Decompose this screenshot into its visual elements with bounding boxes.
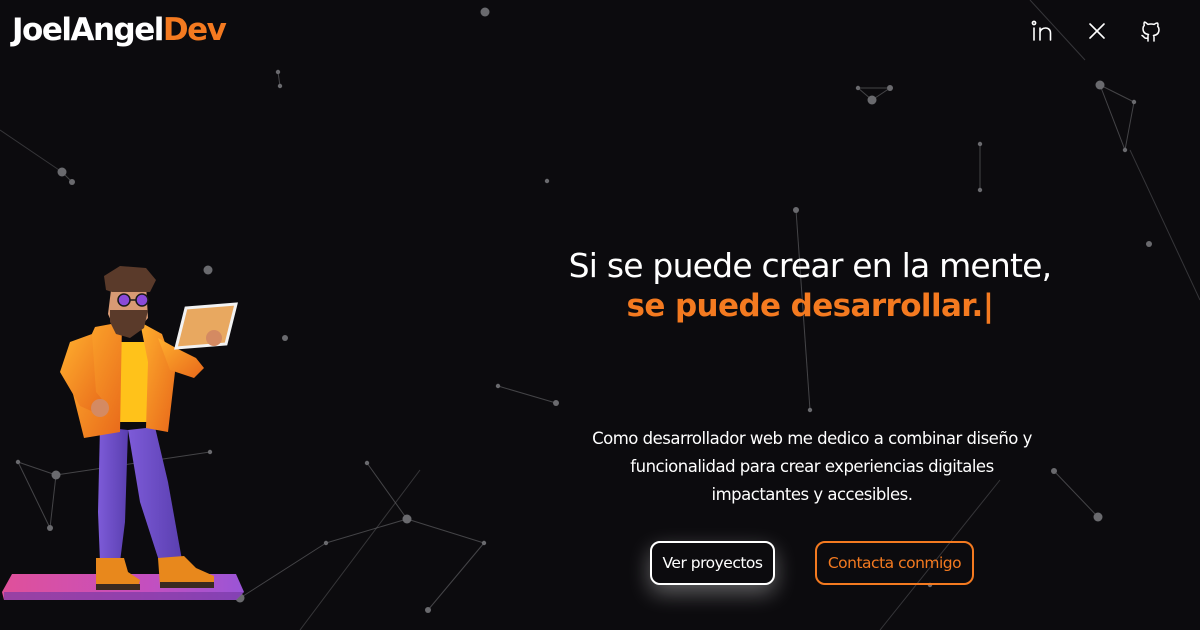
particle-dot [887, 85, 893, 91]
particle-dot [1095, 80, 1105, 90]
github-link[interactable] [1136, 16, 1166, 46]
hero-description: Como desarrollador web me dedico a combi… [592, 428, 1032, 504]
particle-dot [1146, 241, 1152, 247]
particle-dot [282, 335, 288, 341]
particle-dot [855, 85, 861, 91]
brand-logo[interactable]: JoelAngelDev [12, 10, 227, 50]
linkedin-icon [1031, 20, 1052, 41]
typing-cursor: | [982, 288, 994, 324]
page: JoelAngelDev Si se puede crear en la men… [0, 0, 1200, 630]
hero-section: Si se puede crear en la mente, se puede … [560, 245, 1060, 327]
hero-heading-line2: se puede desarrollar.| [560, 286, 1060, 327]
particle-dot [1122, 147, 1128, 153]
x-link[interactable] [1082, 16, 1112, 46]
brand-name: JoelAngel [12, 12, 164, 48]
particle-dot [867, 95, 877, 105]
hero-heading-accent-text: se puede desarrollar. [626, 288, 984, 324]
particle-dot [425, 607, 431, 613]
x-icon [1089, 23, 1105, 39]
particle-dot [1051, 468, 1057, 474]
hero-heading-line1: Si se puede crear en la mente, [568, 246, 1053, 285]
particle-dot [793, 207, 799, 213]
social-links [1028, 16, 1166, 46]
particle-dot [57, 167, 67, 177]
developer-character-illustration [2, 266, 244, 600]
view-projects-button[interactable]: Ver proyectos [650, 541, 775, 585]
particle-dot [277, 83, 283, 89]
particle-dot [402, 514, 412, 524]
particle-dot [323, 540, 329, 546]
particle-dot [480, 7, 490, 17]
particle-dot [977, 141, 983, 147]
linkedin-link[interactable] [1028, 16, 1058, 46]
hero-heading: Si se puede crear en la mente, se puede … [560, 245, 1060, 327]
particle-dot [1093, 512, 1103, 522]
particle-dot [1131, 99, 1137, 105]
particle-dot [544, 178, 550, 184]
github-icon [1141, 21, 1160, 42]
particle-dot [275, 69, 281, 75]
particle-dot [364, 460, 370, 466]
particle-dot [977, 187, 983, 193]
particle-dot [481, 540, 487, 546]
particle-dot [69, 179, 75, 185]
particle-dot [807, 407, 813, 413]
brand-accent: Dev [162, 12, 227, 48]
particle-dot [495, 383, 501, 389]
contact-me-button[interactable]: Contacta conmigo [815, 541, 974, 585]
particle-dot [553, 400, 559, 406]
